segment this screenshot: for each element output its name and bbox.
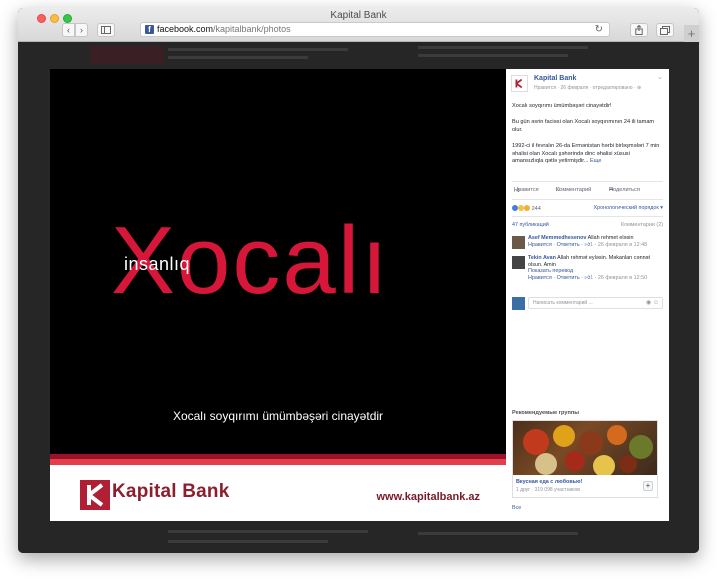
forward-button[interactable]: ›: [75, 23, 88, 37]
group-cover-image[interactable]: [513, 421, 657, 475]
my-avatar: [512, 297, 525, 310]
background-text-line: [168, 540, 328, 543]
spice-bowl: [565, 451, 585, 471]
post-text-content: 1992-ci il fevralın 26-da Ermənistan hər…: [512, 143, 660, 164]
commenter-avatar[interactable]: [512, 236, 525, 249]
recommended-groups-title: Рекомендуемые группы: [512, 410, 579, 416]
divider: [512, 199, 663, 200]
brand-name: Kapital Bank: [112, 481, 230, 502]
reactions-summary[interactable]: 244: [512, 205, 541, 212]
reload-icon[interactable]: ↻: [595, 23, 603, 36]
address-bar[interactable]: f facebook.com/kapitalbank/photos ↻: [140, 22, 610, 37]
like-label: Нравится: [514, 187, 539, 193]
caret-down-icon: ▾: [660, 205, 663, 211]
commenter-avatar[interactable]: [512, 256, 525, 269]
photo-caption: Xocalı soyqırımı ümümbəşəri cinayətdir: [172, 409, 384, 423]
page-avatar[interactable]: [511, 75, 528, 92]
spice-bowl: [535, 453, 557, 475]
sidebar-toggle-button[interactable]: [97, 23, 115, 37]
comment-item: Asef Memmedhesenov Allah rehmet eləsin Н…: [528, 235, 648, 248]
comment-like-count: 1: [590, 274, 594, 281]
spice-bowl: [619, 455, 637, 473]
background-text-line: [418, 532, 578, 535]
comment-text: Allah rehmet eləsin: [587, 235, 634, 241]
spice-bowl: [593, 455, 615, 475]
sort-order-label: Хронологический порядок: [593, 205, 659, 211]
browser-window: Kapital Bank ‹ › f facebook.com/kapitalb…: [18, 8, 699, 553]
background-text-line: [418, 46, 588, 49]
comment-input[interactable]: Написать комментарий ... ◉ ☺: [528, 297, 663, 309]
divider: [512, 181, 663, 182]
post-side-panel: Kapital Bank Нравится · 26 февраля · отр…: [506, 69, 669, 521]
post-text-line: Xocalı soyqırımı ümümbəşəri cinayətdir!: [512, 103, 612, 109]
camera-icon[interactable]: ◉ ☺: [646, 298, 659, 308]
background-logo: [90, 46, 164, 64]
show-translation-link[interactable]: Показать перевод: [528, 268, 573, 274]
page-name-link[interactable]: Kapital Bank: [534, 75, 576, 82]
comment-item: Tekin Avan Allah rəhmət eyləsin. Məkanla…: [528, 255, 651, 281]
kapital-bank-logo-icon: [80, 480, 110, 510]
comments-count: Комментарии (2): [620, 222, 663, 228]
background-text-line: [168, 56, 308, 59]
comment-like-link[interactable]: Нравится: [528, 275, 552, 281]
sad-reaction-icon: [524, 205, 530, 211]
tabs-icon: [660, 26, 670, 35]
facebook-favicon-icon: f: [145, 25, 154, 34]
comment-author[interactable]: Tekin Avan: [528, 255, 556, 261]
sidebar-icon: [101, 26, 111, 34]
spice-bowl: [523, 429, 549, 455]
new-tab-button[interactable]: +: [684, 25, 699, 42]
group-stats: 1 друг · 319 098 участников: [516, 487, 580, 493]
back-button[interactable]: ‹: [62, 23, 75, 37]
comment-like-link[interactable]: Нравится: [528, 242, 552, 248]
comment-like-count: 1: [590, 241, 594, 248]
sort-order-dropdown[interactable]: Хронологический порядок ▾: [593, 205, 663, 211]
comment-reply-link[interactable]: Ответить: [557, 242, 580, 248]
photo-footer: Kapital Bank www.kapitalbank.az: [50, 465, 506, 521]
divider: [512, 216, 663, 217]
comment-placeholder: Написать комментарий ...: [533, 300, 593, 306]
photo-viewer[interactable]: Xocalı insanlıq Xocalı soyqırımı ümümbəş…: [50, 69, 506, 521]
share-icon: [635, 24, 643, 35]
background-text-line: [168, 48, 348, 51]
background-text-line: [418, 54, 568, 57]
photo-overlay-word: insanlıq: [124, 254, 191, 274]
background-text-line: [168, 530, 368, 533]
post-text-line: Bu gün əsrin faciəsi olan Xocalı soyqırı…: [512, 119, 655, 133]
spice-bowl: [553, 425, 575, 447]
see-more-link[interactable]: Еще: [590, 158, 601, 164]
chevron-right-icon: ›: [80, 25, 83, 35]
share-button[interactable]: [630, 23, 648, 37]
post-text-line: 1992-ci il fevralın 26-da Ermənistan hər…: [512, 143, 662, 166]
share-label: Поделиться: [609, 187, 640, 193]
window-title: Kapital Bank: [330, 10, 387, 21]
group-name-link[interactable]: Вкусная еда с любовью!: [516, 479, 582, 485]
chevron-down-icon[interactable]: ⌄: [657, 73, 663, 81]
comment-author[interactable]: Asef Memmedhesenov: [528, 235, 586, 241]
comment-label: Комментарий: [556, 187, 592, 193]
post-meta: Нравится · 26 февраля · отредактировано …: [534, 85, 642, 91]
join-group-button[interactable]: +: [643, 481, 653, 491]
publications-link[interactable]: 47 публикаций: [512, 222, 549, 228]
url-text: facebook.com/kapitalbank/photos: [157, 23, 291, 36]
title-bar: Kapital Bank ‹ › f facebook.com/kapitalb…: [18, 8, 699, 42]
comment-time: 26 февраля в 12:48: [597, 241, 648, 248]
spice-bowl: [607, 425, 627, 445]
comment-reply-link[interactable]: Ответить: [557, 275, 580, 281]
chevron-left-icon: ‹: [67, 25, 70, 35]
comment-time: 26 февраля в 12:50: [597, 274, 648, 281]
spice-bowl: [579, 431, 603, 455]
brand-website: www.kapitalbank.az: [376, 491, 480, 503]
reaction-count: 244: [531, 206, 541, 212]
see-all-link[interactable]: Все: [512, 505, 521, 511]
url-domain: facebook.com: [157, 24, 214, 34]
recommended-group-card[interactable]: Вкусная еда с любовью! 1 друг · 319 098 …: [512, 420, 658, 498]
show-tabs-button[interactable]: [656, 23, 674, 37]
url-path: /kapitalbank/photos: [213, 24, 291, 34]
